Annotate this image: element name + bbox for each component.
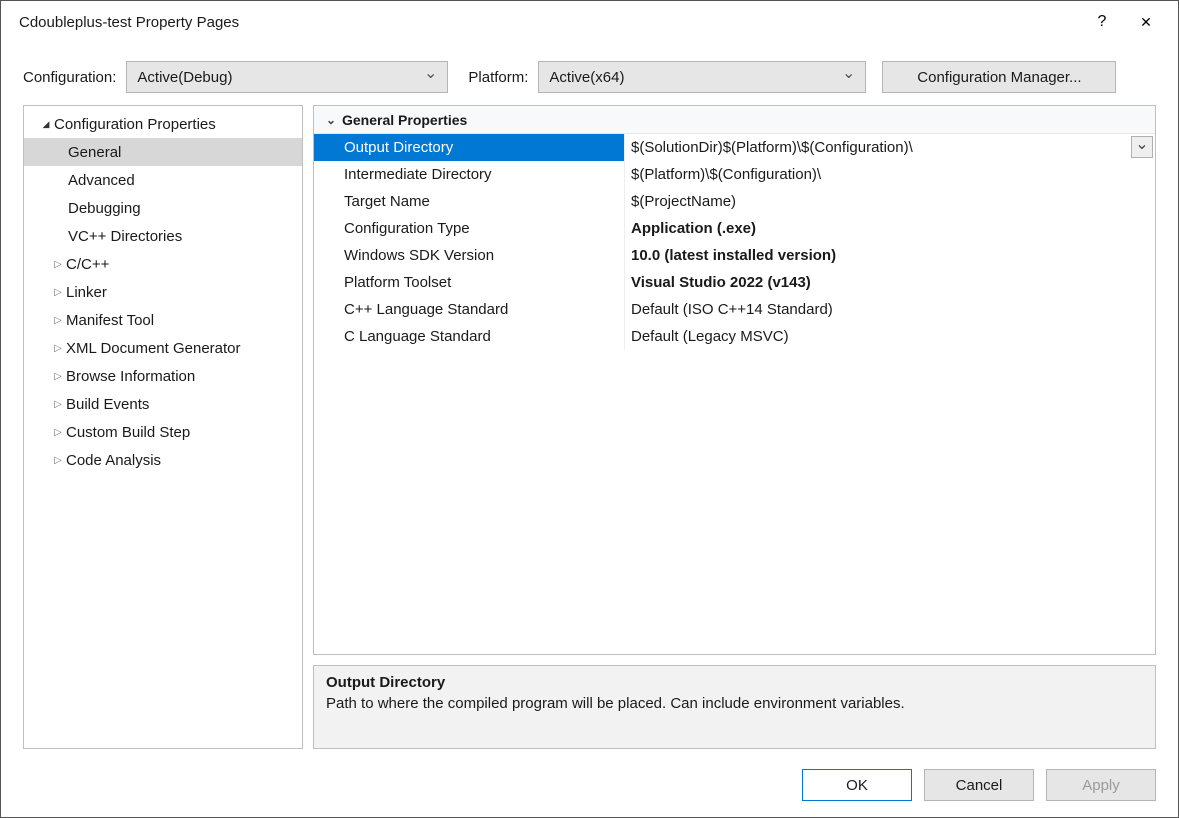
configuration-label: Configuration: [23,69,116,86]
prop-label: C Language Standard [314,323,625,350]
tree-item-custombuild[interactable]: Custom Build Step [24,418,302,446]
prop-value[interactable]: $(Platform)\$(Configuration)\ [625,161,1155,188]
close-icon [1140,12,1152,32]
right-column: ⌄ General Properties Output Directory $(… [313,105,1156,749]
platform-label: Platform: [468,69,528,86]
apply-button[interactable]: Apply [1046,769,1156,801]
expand-icon [50,259,66,270]
tree-item-general[interactable]: General [24,138,302,166]
tree-panel[interactable]: Configuration Properties General Advance… [23,105,303,749]
collapse-icon [38,119,54,130]
expand-icon [50,315,66,326]
tree-item-linker[interactable]: Linker [24,278,302,306]
prop-row-configuration-type[interactable]: Configuration Type Application (.exe) [314,215,1155,242]
prop-row-windows-sdk[interactable]: Windows SDK Version 10.0 (latest install… [314,242,1155,269]
tree-item-browse[interactable]: Browse Information [24,362,302,390]
prop-row-intermediate-directory[interactable]: Intermediate Directory $(Platform)\$(Con… [314,161,1155,188]
tree-item-debugging[interactable]: Debugging [24,194,302,222]
tree-item-ccpp[interactable]: C/C++ [24,250,302,278]
prop-value[interactable]: $(ProjectName) [625,188,1155,215]
expand-icon [50,427,66,438]
help-icon [1098,13,1107,31]
prop-label: Platform Toolset [314,269,625,296]
expand-icon [50,371,66,382]
expand-icon [50,455,66,466]
tree-item-xmldoc[interactable]: XML Document Generator [24,334,302,362]
expand-icon [50,287,66,298]
tree-root[interactable]: Configuration Properties [24,110,302,138]
expand-icon [50,399,66,410]
prop-label: Target Name [314,188,625,215]
cancel-button[interactable]: Cancel [924,769,1034,801]
description-text: Path to where the compiled program will … [326,695,1143,712]
tree-item-buildevents[interactable]: Build Events [24,390,302,418]
tree-item-manifest[interactable]: Manifest Tool [24,306,302,334]
prop-row-cpp-standard[interactable]: C++ Language Standard Default (ISO C++14… [314,296,1155,323]
prop-label: C++ Language Standard [314,296,625,323]
property-grid: ⌄ General Properties Output Directory $(… [313,105,1156,655]
prop-value[interactable]: Default (ISO C++14 Standard) [625,296,1155,323]
prop-row-output-directory[interactable]: Output Directory $(SolutionDir)$(Platfor… [314,134,1155,161]
titlebar: Cdoubleplus-test Property Pages [1,1,1178,43]
prop-row-target-name[interactable]: Target Name $(ProjectName) [314,188,1155,215]
prop-row-platform-toolset[interactable]: Platform Toolset Visual Studio 2022 (v14… [314,269,1155,296]
prop-value[interactable]: Visual Studio 2022 (v143) [625,269,1155,296]
tree-root-label: Configuration Properties [54,116,216,133]
chevron-down-icon [1135,137,1148,157]
help-button[interactable] [1080,6,1124,38]
tree-item-advanced[interactable]: Advanced [24,166,302,194]
description-panel: Output Directory Path to where the compi… [313,665,1156,749]
prop-label: Output Directory [314,134,625,161]
window-title: Cdoubleplus-test Property Pages [19,14,1080,31]
prop-value[interactable]: 10.0 (latest installed version) [625,242,1155,269]
configuration-value: Active(Debug) [137,69,232,86]
collapse-icon: ⌄ [320,113,342,127]
chevron-down-icon [424,66,437,86]
tree-item-codeanalysis[interactable]: Code Analysis [24,446,302,474]
prop-label: Windows SDK Version [314,242,625,269]
tree-item-vcdirs[interactable]: VC++ Directories [24,222,302,250]
platform-value: Active(x64) [549,69,624,86]
platform-dropdown[interactable]: Active(x64) [538,61,866,93]
prop-value[interactable]: Default (Legacy MSVC) [625,323,1155,350]
dialog-body: Configuration Properties General Advance… [1,105,1178,763]
group-header[interactable]: ⌄ General Properties [314,106,1155,134]
configuration-manager-button[interactable]: Configuration Manager... [882,61,1116,93]
description-title: Output Directory [326,674,1143,691]
prop-label: Configuration Type [314,215,625,242]
config-toolbar: Configuration: Active(Debug) Platform: A… [1,43,1178,105]
prop-row-c-standard[interactable]: C Language Standard Default (Legacy MSVC… [314,323,1155,350]
group-title: General Properties [342,112,467,128]
expand-icon [50,343,66,354]
dialog-footer: OK Cancel Apply [1,763,1178,817]
chevron-down-icon [842,66,855,86]
close-button[interactable] [1124,6,1168,38]
configuration-dropdown[interactable]: Active(Debug) [126,61,448,93]
prop-value[interactable]: $(SolutionDir)$(Platform)\$(Configuratio… [625,134,1155,161]
ok-button[interactable]: OK [802,769,912,801]
dropdown-button[interactable] [1131,136,1153,158]
prop-label: Intermediate Directory [314,161,625,188]
property-pages-dialog: Cdoubleplus-test Property Pages Configur… [0,0,1179,818]
prop-value[interactable]: Application (.exe) [625,215,1155,242]
